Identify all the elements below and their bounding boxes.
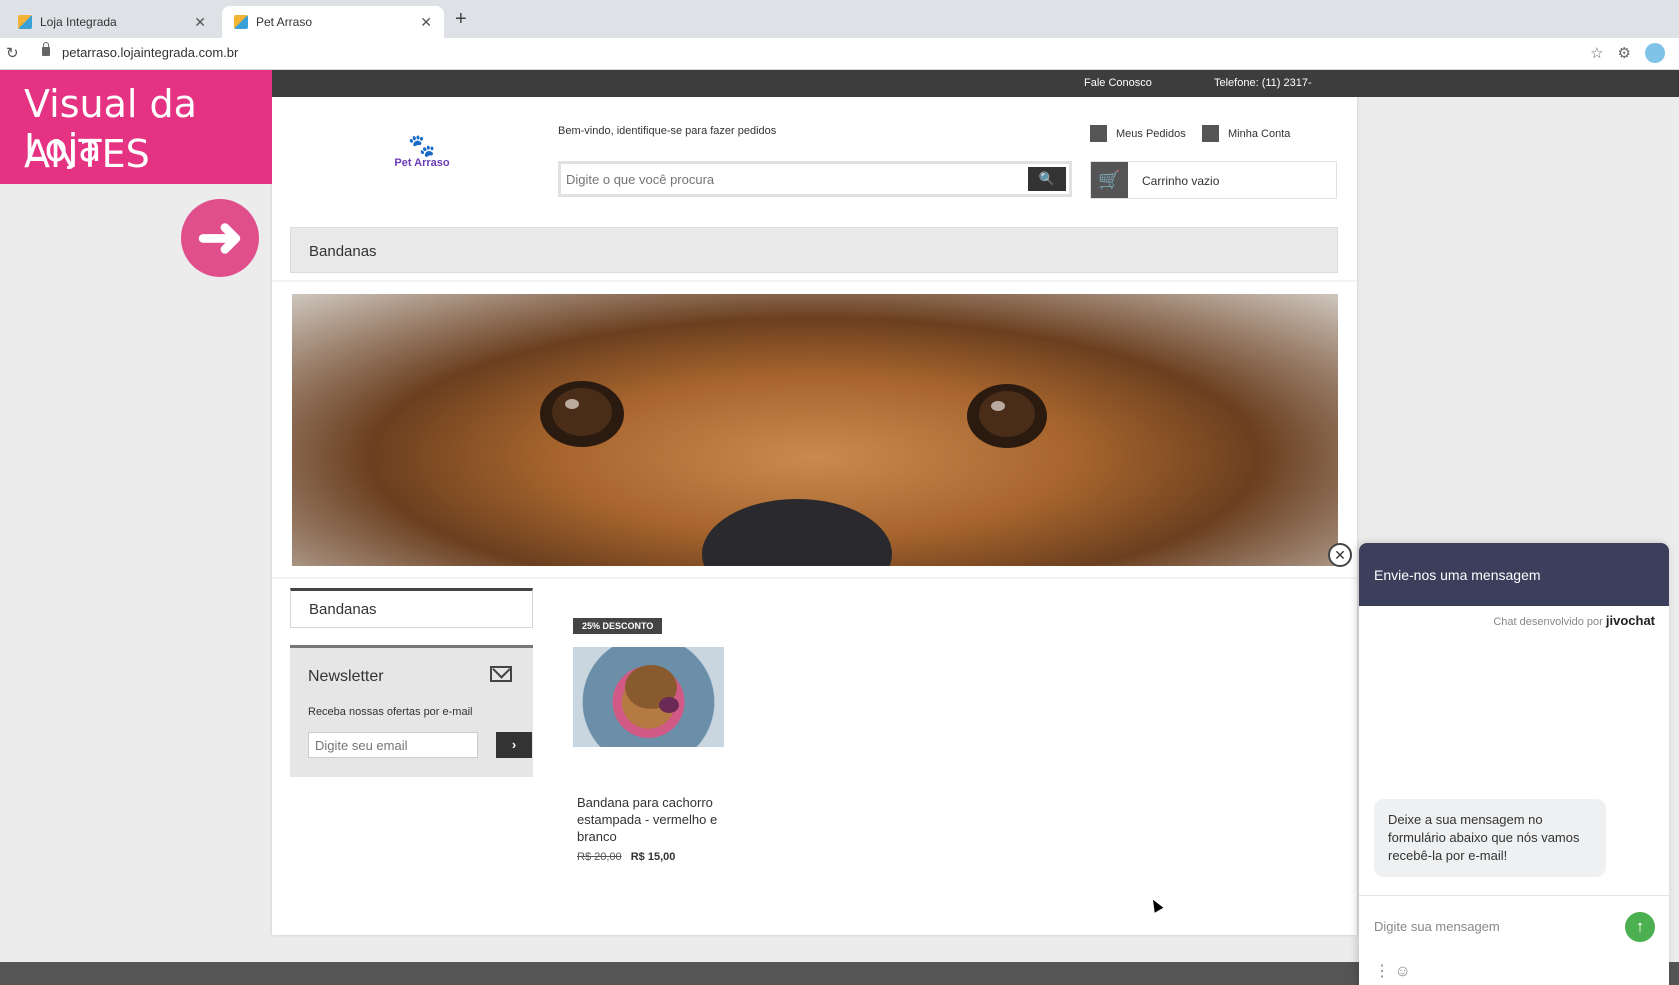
product-image[interactable] [573,647,724,747]
address-bar: ↻ petarraso.lojaintegrada.com.br ☆ ⚙ [0,38,1679,70]
welcome-text[interactable]: Bem-vindo, identifique-se para fazer ped… [558,125,776,137]
annotation-label: Visual da Loja ANTES [0,70,272,184]
tab-label: Loja Integrada [40,15,117,29]
product-name[interactable]: Bandana para cachorro estampada - vermel… [577,794,727,845]
divider [272,577,1357,579]
divider [272,280,1357,282]
send-icon[interactable]: ↑ [1625,912,1655,942]
cart-icon: 🛒 [1091,162,1128,198]
divider [1359,895,1669,896]
chat-widget: Envie-nos uma mensagem Chat desenvolvido… [1359,543,1669,985]
cart-label: Carrinho vazio [1142,174,1220,188]
search-box: 🔍 [558,161,1072,197]
contact-link[interactable]: Fale Conosco [1084,77,1152,89]
user-icon [1202,125,1219,142]
chat-close-icon[interactable]: ✕ [1328,543,1352,567]
phone-text: Telefone: (11) 2317- [1214,77,1312,89]
tab-pet-arraso[interactable]: Pet Arraso ✕ [222,6,444,38]
store-logo[interactable]: 🐾 Pet Arraso [382,135,462,185]
reload-icon[interactable]: ↻ [6,44,19,62]
favicon-icon [234,15,248,29]
orders-label: Meus Pedidos [1116,127,1186,140]
discount-badge: 25% DESCONTO [573,618,663,634]
logo-text: Pet Arraso [394,157,450,169]
favicon-icon [18,15,32,29]
tab-label: Pet Arraso [256,15,313,29]
dog-photo-illustration [625,665,679,713]
chat-tools-icons[interactable]: ⋮ ☺ [1374,961,1411,981]
lock-icon[interactable] [42,42,50,56]
new-price: R$ 15,00 [630,851,676,863]
browser-tab-bar: Loja Integrada ✕ Pet Arraso ✕ + [0,0,1679,38]
chat-message-bubble: Deixe a sua mensagem no formulário abaix… [1374,799,1606,877]
site-top-strip: Fale Conosco Telefone: (11) 2317- [272,70,1679,97]
old-price: R$ 20,00 [577,851,622,863]
newsletter-box: Newsletter Receba nossas ofertas por e-m… [290,645,533,777]
new-tab-icon[interactable]: + [455,8,467,31]
chat-header[interactable]: Envie-nos uma mensagem [1359,543,1669,606]
account-label: Minha Conta [1228,127,1291,140]
envelope-icon [490,666,512,682]
bookmark-star-icon[interactable]: ☆ [1590,44,1603,62]
browser-toolbar-icons: ☆ ⚙ [1590,43,1665,63]
close-tab-icon[interactable]: ✕ [420,14,432,31]
category-bar: Bandanas [290,227,1338,273]
annotation-line-2: ANTES [24,132,150,176]
orders-link[interactable]: Meus Pedidos [1090,125,1186,142]
jivochat-logo[interactable]: jivochat [1606,613,1655,628]
powered-by-text: Chat desenvolvido por [1493,616,1603,628]
banner-image[interactable] [292,294,1338,566]
arrow-right-icon: ➜ [181,199,259,277]
newsletter-submit-button[interactable]: › [496,732,532,758]
list-icon [1090,125,1107,142]
paw-icon: 🐾 [408,133,436,158]
chat-message-input[interactable]: Digite sua mensagem [1374,919,1500,934]
extensions-icon[interactable]: ⚙ [1618,44,1631,62]
sidebar-category[interactable]: Bandanas [290,588,533,628]
account-link[interactable]: Minha Conta [1202,125,1290,142]
close-tab-icon[interactable]: ✕ [194,14,206,31]
store-page: 🐾 Pet Arraso Bem-vindo, identifique-se p… [272,97,1357,935]
dog-face-illustration [540,381,1047,566]
newsletter-subtitle: Receba nossas ofertas por e-mail [308,706,473,718]
tab-loja-integrada[interactable]: Loja Integrada ✕ [6,6,218,38]
newsletter-title: Newsletter [308,668,384,685]
product-price: R$ 20,00 R$ 15,00 [577,851,675,863]
search-button[interactable]: 🔍 [1028,167,1066,191]
chat-powered-by: Chat desenvolvido por jivochat [1493,613,1655,628]
cart-button[interactable]: 🛒 Carrinho vazio [1090,161,1337,199]
profile-avatar[interactable] [1645,43,1665,63]
url-field[interactable]: petarraso.lojaintegrada.com.br [62,45,238,60]
search-input[interactable] [566,167,1026,191]
newsletter-email-input[interactable] [308,732,478,758]
category-bar-label[interactable]: Bandanas [309,243,377,260]
sidebar-category-label: Bandanas [309,601,377,618]
